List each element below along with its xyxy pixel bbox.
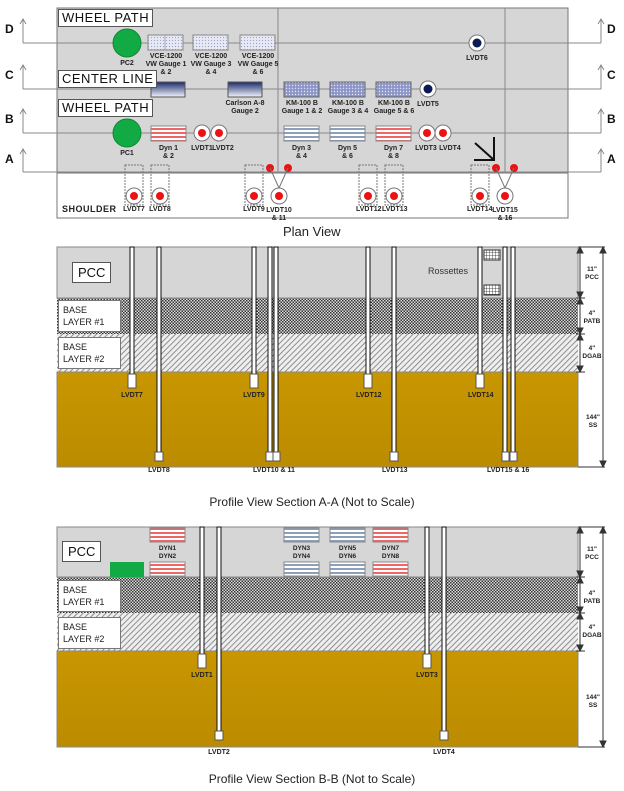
lvdt7-profile-label: LVDT7: [121, 392, 143, 399]
dyn-3-4-label: Dyn 3 & 4: [291, 145, 312, 160]
carlson-gauge-label: Carlson A-8 Gauge 2: [225, 100, 265, 115]
section-marker-d-left: D: [5, 22, 14, 36]
km-gauge-3-4: [329, 81, 366, 98]
dyn-1-2: [150, 125, 187, 142]
section-marker-a-left: A: [5, 152, 14, 166]
vw-gauge-3-4-label: VCE-1200 VW Gauge 3 & 4: [190, 53, 232, 76]
dim-ss-a: 144" SS: [586, 414, 600, 429]
lvdt1-profile-label: LVDT1: [191, 672, 213, 679]
lvdt3-profile-label: LVDT3: [416, 672, 438, 679]
lvdt6-label: LVDT6: [466, 55, 488, 62]
pressure-cell-profile: [110, 562, 144, 577]
profile-a-base-layer-1-label: BASE LAYER #1: [58, 300, 121, 332]
lvdt8-profile-label: LVDT8: [148, 467, 170, 474]
vw-gauge-5-6: [239, 34, 276, 51]
rosette-lower: [483, 284, 501, 296]
rossettes-label: Rossettes: [428, 266, 469, 276]
lvdt2-label: LVDT2: [212, 145, 234, 152]
dyn3-dyn4-label: DYN3 DYN4: [292, 545, 311, 560]
dyn-1-2-label: Dyn 1 & 2: [158, 145, 179, 160]
section-marker-c-left: C: [5, 68, 14, 82]
section-marker-a-right: A: [607, 152, 616, 166]
lvdt7-plan-label: LVDT7: [123, 206, 145, 213]
lvdt14-profile-label: LVDT14: [468, 392, 494, 399]
dyn-3-4: [283, 125, 320, 142]
profile-a-pcc-label: PCC: [72, 262, 112, 283]
dyn1-dyn2-label: DYN1 DYN2: [158, 545, 177, 560]
section-marker-b-left: B: [5, 112, 14, 126]
profile-a: [56, 245, 607, 469]
shoulder-label: SHOULDER: [62, 204, 117, 214]
dyn7-dyn8-label: DYN7 DYN8: [381, 545, 400, 560]
pressure-cell-pc2: [112, 28, 142, 58]
lvdt9-plan-label: LVDT9: [243, 206, 265, 213]
profile-b-pcc-label: PCC: [62, 541, 102, 562]
km-gauge-1-2-label: KM-100 B Gauge 1 & 2: [281, 100, 323, 115]
profile-b-base-layer-2-label: BASE LAYER #2: [58, 617, 121, 649]
dim-pcc-b: 11" PCC: [585, 546, 599, 561]
lvdt13-profile-label: LVDT13: [382, 467, 408, 474]
lvdt4-label: LVDT4: [439, 145, 461, 152]
lvdt10-11-profile-label: LVDT10 & 11: [253, 467, 295, 474]
lvdt2-profile-label: LVDT2: [208, 749, 230, 756]
lvdt15-16-plan-label: LVDT15 & 16: [492, 207, 518, 222]
section-marker-d-right: D: [607, 22, 616, 36]
rosette-upper: [483, 249, 501, 261]
vw-gauge-3-4: [192, 34, 229, 51]
lvdt12-profile-label: LVDT12: [356, 392, 382, 399]
dim-patb-a: 4" PATB: [583, 310, 601, 325]
dim-pcc-a: 11" PCC: [585, 266, 599, 281]
section-marker-b-right: B: [607, 112, 616, 126]
dyn-7-8: [375, 125, 412, 142]
lvdt3-label: LVDT3: [415, 145, 437, 152]
lvdt10-11-plan-label: LVDT10 & 11: [266, 207, 292, 222]
plan-view-title: Plan View: [283, 224, 341, 239]
carlson-gauge-2: [227, 81, 263, 98]
lvdt4-profile-label: LVDT4: [433, 749, 455, 756]
band-label-wheel-path-bottom: WHEEL PATH: [58, 99, 154, 117]
profile-b-base-layer-1-label: BASE LAYER #1: [58, 580, 121, 612]
km-gauge-5-6-label: KM-100 B Gauge 5 & 6: [373, 100, 415, 115]
lvdt15-16-profile-label: LVDT15 & 16: [487, 467, 530, 474]
profile-b-caption: Profile View Section B-B (Not to Scale): [208, 772, 416, 786]
dim-patb-b: 4" PATB: [583, 590, 601, 605]
section-marker-c-right: C: [607, 68, 616, 82]
dim-dgab-b: 4" DGAB: [582, 624, 602, 639]
dyn-7-8-label: Dyn 7 & 8: [383, 145, 404, 160]
dyn-5-6: [329, 125, 366, 142]
lvdt8-plan-label: LVDT8: [149, 206, 171, 213]
pressure-cell-pc1: [112, 118, 142, 148]
vw-gauge-5-6-label: VCE-1200 VW Gauge 5 & 6: [237, 53, 279, 76]
profile-a-base-layer-2-label: BASE LAYER #2: [58, 337, 121, 369]
dyn-5-6-label: Dyn 5 & 6: [337, 145, 358, 160]
vw-gauge-1-2-label: VCE-1200 VW Gauge 1 & 2: [145, 53, 187, 76]
lvdt12-plan-label: LVDT12: [356, 206, 382, 213]
lvdt5-label: LVDT5: [417, 101, 439, 108]
instrumentation-diagram: [19, 7, 607, 749]
dim-dgab-a: 4" DGAB: [582, 345, 602, 360]
dim-ss-b: 144" SS: [586, 694, 600, 709]
km-gauge-5-6: [375, 81, 412, 98]
dyn5-dyn6-label: DYN5 DYN6: [338, 545, 357, 560]
lvdt13-plan-label: LVDT13: [382, 206, 408, 213]
km-gauge-1-2: [283, 81, 320, 98]
pc2-label: PC2: [120, 60, 134, 67]
band-label-wheel-path-top: WHEEL PATH: [58, 9, 154, 27]
lvdt14-plan-label: LVDT14: [467, 206, 493, 213]
profile-a-caption: Profile View Section A-A (Not to Scale): [209, 495, 415, 509]
lvdt9-profile-label: LVDT9: [243, 392, 265, 399]
km-gauge-3-4-label: KM-100 B Gauge 3 & 4: [327, 100, 369, 115]
pc1-label: PC1: [120, 150, 134, 157]
